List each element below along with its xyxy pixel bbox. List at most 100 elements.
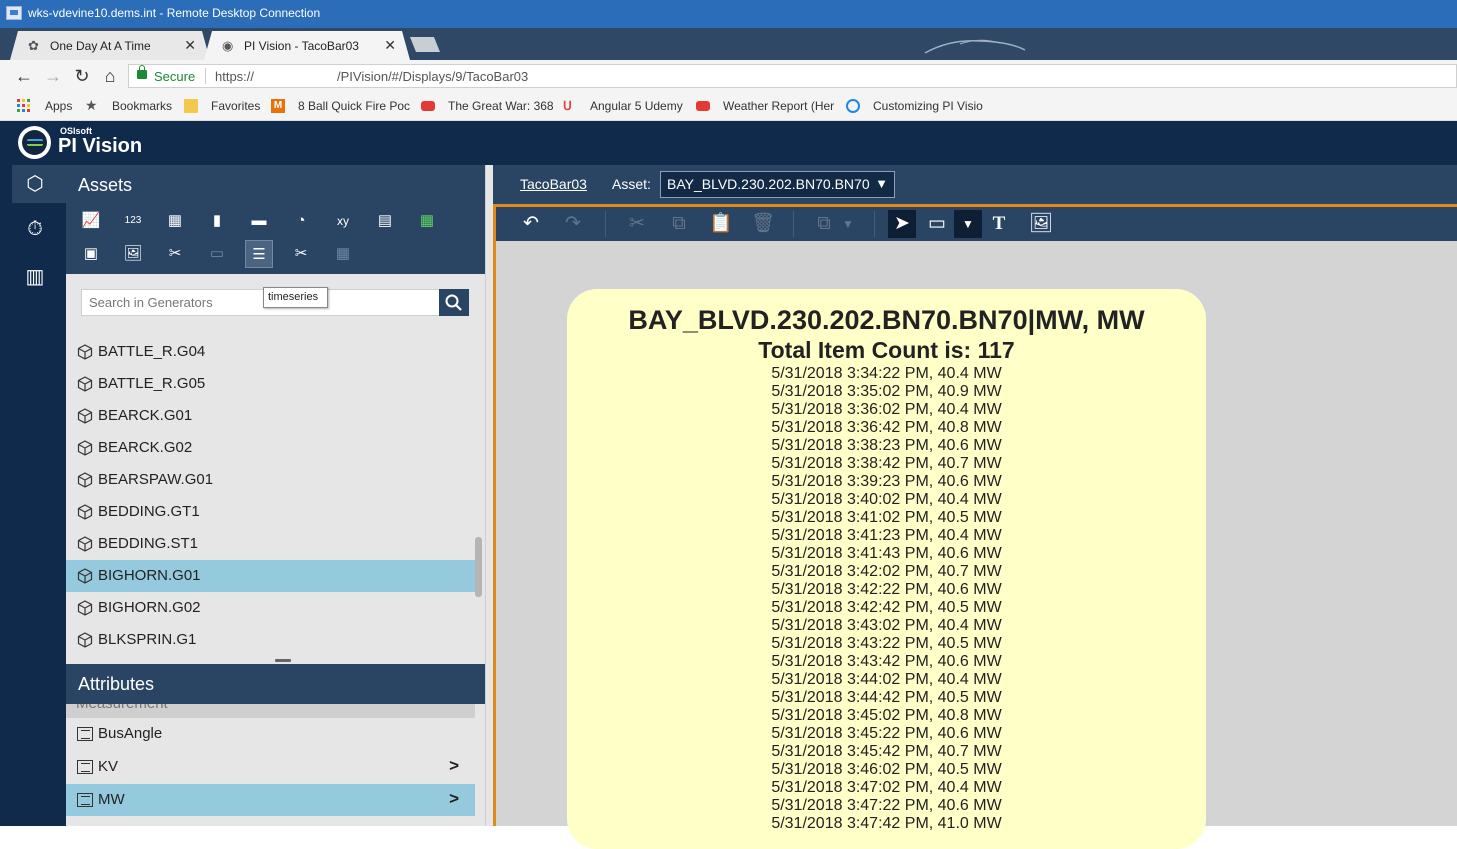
asset-list-item[interactable]: BEARCK.G02 bbox=[66, 432, 475, 464]
back-arrow-icon[interactable]: ← bbox=[12, 64, 36, 88]
lock-icon bbox=[137, 65, 147, 79]
close-icon[interactable]: ✕ bbox=[384, 37, 396, 54]
redo-icon[interactable]: ↷ bbox=[559, 210, 587, 238]
delete-icon[interactable]: 🗑 bbox=[749, 210, 777, 238]
tools-icon[interactable]: ✂ bbox=[161, 240, 189, 268]
library-icon[interactable]: ▥ bbox=[22, 264, 48, 290]
bookmark-weather[interactable]: Weather Report (Her bbox=[723, 99, 834, 113]
value-row: 5/31/2018 3:36:02 PM, 40.4 MW bbox=[771, 401, 1002, 418]
xy-plot-icon[interactable]: xy bbox=[329, 207, 357, 235]
forward-arrow-icon[interactable]: → bbox=[41, 64, 65, 88]
value-row: 5/31/2018 3:42:02 PM, 40.7 MW bbox=[771, 563, 1002, 580]
asset-list-item[interactable]: BATTLE_R.G04 bbox=[66, 336, 475, 368]
new-tab-button[interactable] bbox=[410, 37, 440, 52]
asset-list-item[interactable]: BIGHORN.G01 bbox=[66, 560, 475, 592]
value-icon[interactable]: 123 bbox=[119, 207, 147, 235]
attribute-label: MW bbox=[98, 791, 125, 808]
bookmark-customizing[interactable]: Customizing PI Visio bbox=[873, 99, 983, 113]
pi-vision-logo-icon[interactable] bbox=[18, 126, 51, 159]
attribute-item-busangle[interactable]: BusAngle bbox=[66, 718, 475, 750]
undo-icon[interactable]: ↶ bbox=[517, 210, 545, 238]
frame-icon[interactable]: ▭ bbox=[203, 240, 231, 268]
scrollbar-thumb[interactable] bbox=[475, 537, 482, 597]
arrange-dropdown-icon[interactable]: ▼ bbox=[834, 210, 862, 238]
image-icon[interactable]: 🖼 bbox=[119, 240, 147, 268]
radial-gauge-icon[interactable]: ◔ bbox=[287, 207, 315, 235]
asset-select[interactable]: BAY_BLVD.230.202.BN70.BN70 ▼ bbox=[660, 171, 895, 198]
resize-handle[interactable] bbox=[275, 659, 291, 662]
panel-splitter[interactable] bbox=[485, 165, 493, 826]
rdp-title-bar: wks-vdevine10.dems.int - Remote Desktop … bbox=[0, 0, 1457, 28]
shape-dropdown-icon[interactable]: ▼ bbox=[954, 210, 982, 238]
asset-list-item[interactable]: BATTLE_R.G05 bbox=[66, 368, 475, 400]
table-icon[interactable]: ▦ bbox=[161, 207, 189, 235]
asset-list-item[interactable]: BEDDING.ST1 bbox=[66, 528, 475, 560]
paste-icon[interactable]: 📋 bbox=[707, 210, 735, 238]
text-icon[interactable]: T bbox=[985, 210, 1013, 238]
attribute-label: KV bbox=[98, 758, 119, 775]
asset-list-item-label: BEDDING.GT1 bbox=[98, 503, 200, 520]
home-icon[interactable]: ⌂ bbox=[98, 64, 122, 88]
browser-tab-pi-vision[interactable]: ◉ PI Vision - TacoBar03 ✕ bbox=[204, 31, 410, 60]
search-input[interactable]: Search in Generators bbox=[81, 289, 440, 316]
value-row: 5/31/2018 3:35:02 PM, 40.9 MW bbox=[771, 383, 1002, 400]
select-pointer-icon[interactable]: ➤ bbox=[888, 210, 916, 238]
cut-icon[interactable]: ✂ bbox=[623, 210, 651, 238]
trend-icon[interactable]: 📈 bbox=[77, 207, 105, 235]
asset-list-item[interactable]: BEDDING.GT1 bbox=[66, 496, 475, 528]
copy-icon[interactable]: ⧉ bbox=[665, 210, 693, 238]
tools-icon[interactable]: ✂ bbox=[287, 240, 315, 268]
asset-list-item[interactable]: BIGHORN.G02 bbox=[66, 592, 475, 624]
cube-icon[interactable]: ⬡ bbox=[22, 171, 48, 197]
assets-title: Assets bbox=[66, 165, 485, 203]
attribute-item-kv[interactable]: KV > bbox=[66, 751, 475, 783]
horizontal-gauge-icon[interactable]: ▬ bbox=[245, 207, 273, 235]
timeseries-symbol[interactable]: BAY_BLVD.230.202.BN70.BN70|MW, MW Total … bbox=[567, 289, 1206, 849]
attribute-item-mw[interactable]: MW > bbox=[66, 784, 475, 816]
grid-disabled-icon[interactable]: ▦ bbox=[329, 240, 357, 268]
search-button[interactable] bbox=[439, 289, 469, 316]
search-icon bbox=[445, 294, 462, 311]
value-row: 5/31/2018 3:43:22 PM, 40.5 MW bbox=[771, 635, 1002, 652]
asset-list-item-label: BEARSPAW.G01 bbox=[98, 471, 214, 488]
display-canvas[interactable]: BAY_BLVD.230.202.BN70.BN70|MW, MW Total … bbox=[496, 241, 1457, 849]
vertical-gauge-icon[interactable]: ▮ bbox=[203, 207, 231, 235]
url-path: /PIVision/#/Displays/9/TacoBar03 bbox=[337, 69, 529, 84]
custom-image-icon[interactable]: ▣ bbox=[77, 240, 105, 268]
rectangle-icon[interactable]: ▭ bbox=[923, 210, 951, 238]
symbol-palette: 📈 123 ▦ ▮ ▬ ◔ xy ▤ ▦ ▣ 🖼 ✂ ▭ ☰ ✂ ▦ bbox=[66, 203, 485, 274]
value-row: 5/31/2018 3:45:02 PM, 40.8 MW bbox=[771, 707, 1002, 724]
list-icon bbox=[77, 727, 93, 741]
asset-list-item[interactable]: BEARSPAW.G01 bbox=[66, 464, 475, 496]
cube-icon bbox=[77, 632, 93, 648]
bookmark-great-war[interactable]: The Great War: 368 bbox=[448, 99, 554, 113]
attribute-item-partial: Measurement bbox=[66, 704, 475, 718]
youtube-icon bbox=[421, 101, 435, 111]
pi-icon bbox=[846, 99, 860, 113]
asset-comparison-icon[interactable]: ▤ bbox=[371, 207, 399, 235]
grid-icon[interactable]: ▦ bbox=[413, 207, 441, 235]
browser-tab-one-day[interactable]: ✿ One Day At A Time ✕ bbox=[10, 31, 210, 60]
bookmark-8-ball[interactable]: 8 Ball Quick Fire Poc bbox=[298, 99, 410, 113]
url-bar[interactable]: Secure https:// /PIVision/#/Displays/9/T… bbox=[128, 64, 1457, 88]
bookmark-favorites[interactable]: Favorites bbox=[211, 99, 260, 113]
asset-list-item[interactable]: BLKSPRIN.G1 bbox=[66, 624, 475, 656]
close-icon[interactable]: ✕ bbox=[184, 37, 196, 54]
asset-list-item-label: BATTLE_R.G04 bbox=[98, 343, 206, 360]
value-row: 5/31/2018 3:47:02 PM, 40.4 MW bbox=[771, 779, 1002, 796]
display-name-link[interactable]: TacoBar03 bbox=[520, 176, 587, 192]
chevron-right-icon[interactable]: > bbox=[449, 756, 459, 776]
bookmark-angular[interactable]: Angular 5 Udemy bbox=[590, 99, 683, 113]
item-count: Total Item Count is: 117 bbox=[758, 337, 1015, 363]
asset-list-item[interactable]: BEARCK.G01 bbox=[66, 400, 475, 432]
bookmark-apps[interactable]: Apps bbox=[45, 99, 72, 113]
image-icon[interactable]: 🖼 bbox=[1027, 210, 1055, 238]
timeseries-icon[interactable]: ☰ bbox=[245, 240, 273, 268]
value-list: 5/31/2018 3:34:22 PM, 40.4 MW 5/31/2018 3… bbox=[567, 365, 1206, 833]
reload-icon[interactable]: ↻ bbox=[70, 64, 94, 88]
value-row: 5/31/2018 3:45:42 PM, 40.7 MW bbox=[771, 743, 1002, 760]
tooltip: timeseries bbox=[263, 287, 328, 308]
chevron-right-icon[interactable]: > bbox=[449, 789, 459, 809]
clock-events-icon[interactable]: ⏱ bbox=[22, 216, 48, 242]
bookmark-bookmarks[interactable]: Bookmarks bbox=[112, 99, 172, 113]
